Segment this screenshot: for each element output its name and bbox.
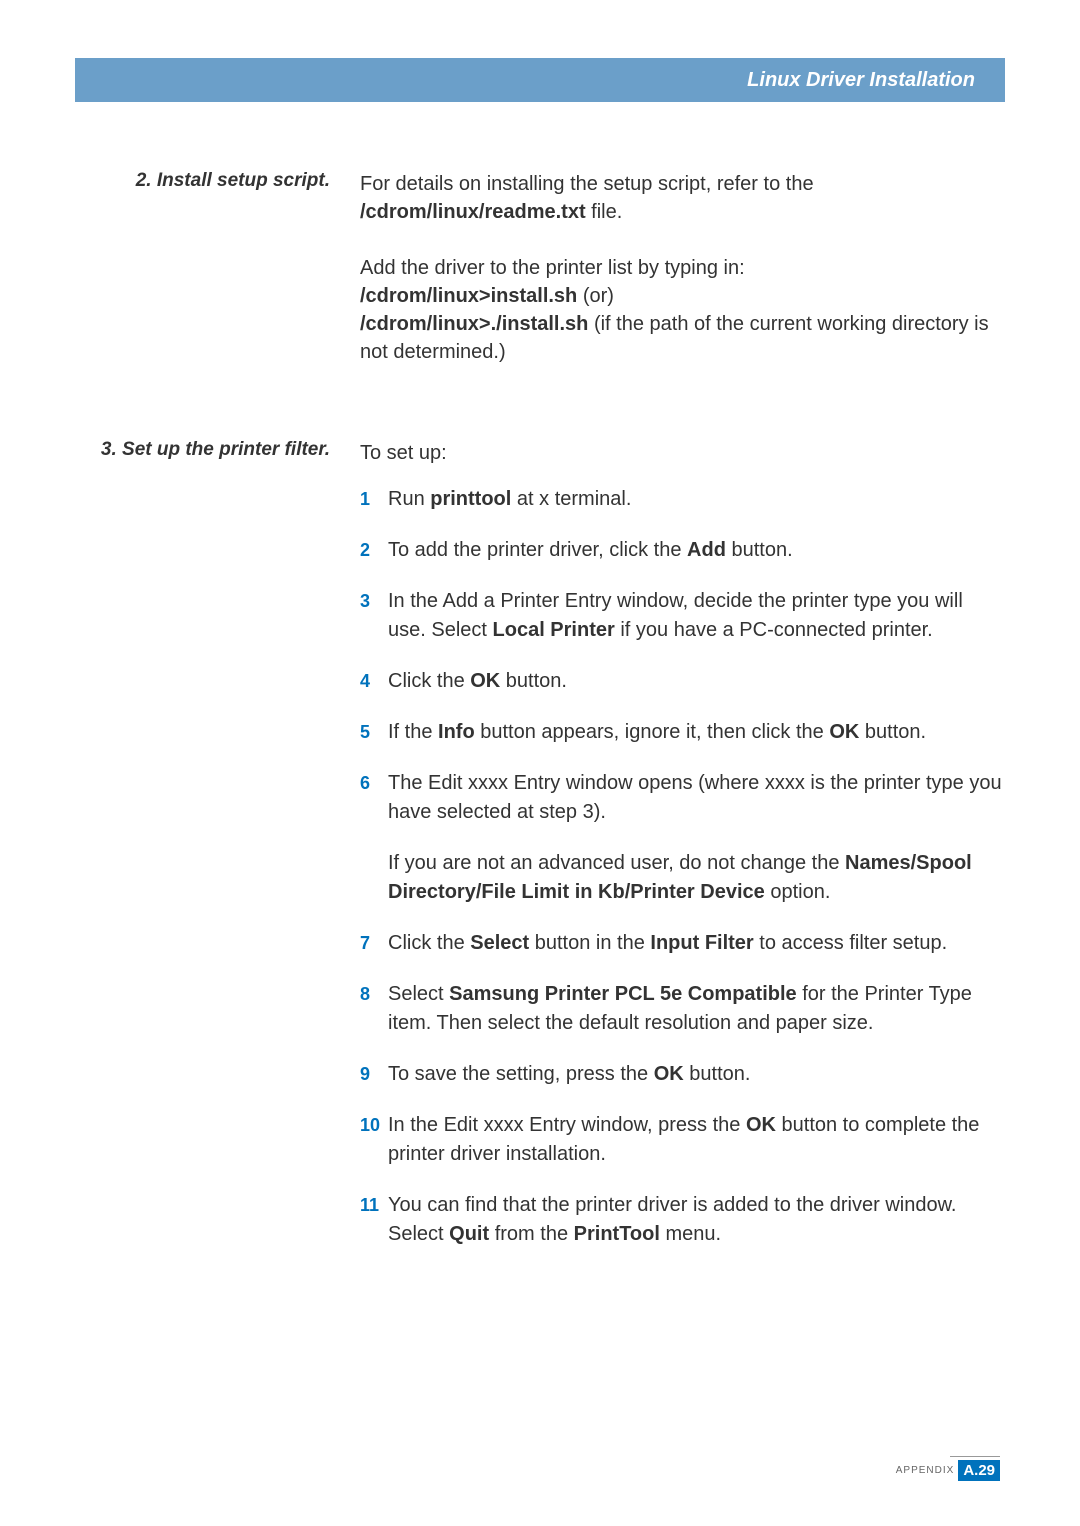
step-item: 2To add the printer driver, click the Ad… <box>360 536 1005 565</box>
bold-term: OK <box>829 721 859 743</box>
text-run: Run <box>388 488 430 510</box>
bold-term: OK <box>746 1114 776 1136</box>
steps-list: 1Run printtool at x terminal.2To add the… <box>360 485 1005 1249</box>
section-2-para2: Add the driver to the printer list by ty… <box>360 254 1005 366</box>
step-text: In the Add a Printer Entry window, decid… <box>388 587 1005 645</box>
bold-term: Info <box>438 721 475 743</box>
text-run: menu. <box>660 1223 721 1245</box>
step-number: 3 <box>360 587 388 645</box>
step-item: 4Click the OK button. <box>360 667 1005 696</box>
step-text: In the Edit xxxx Entry window, press the… <box>388 1111 1005 1169</box>
step-item: 1Run printtool at x terminal. <box>360 485 1005 514</box>
text-run: Click the <box>388 670 470 692</box>
para-text: Add the driver to the printer list by ty… <box>360 257 745 279</box>
bold-term: Add <box>687 539 726 561</box>
step-item: 7Click the Select button in the Input Fi… <box>360 929 1005 958</box>
section-printer-filter: 3. Set up the printer filter. To set up:… <box>75 439 1005 1271</box>
bold-term: Samsung Printer PCL 5e Compatible <box>449 983 797 1005</box>
text-run: Click the <box>388 932 470 954</box>
text-run: If you are not an advanced user, do not … <box>388 852 845 874</box>
footer-label: APPENDIX <box>896 1465 955 1476</box>
step-text: Click the OK button. <box>388 667 1005 696</box>
para-text: For details on installing the setup scri… <box>360 173 814 195</box>
text-run: To add the printer driver, click the <box>388 539 687 561</box>
step-item: 10In the Edit xxxx Entry window, press t… <box>360 1111 1005 1169</box>
bold-term: Select <box>470 932 529 954</box>
bold-term: printtool <box>430 488 511 510</box>
step-text: Select Samsung Printer PCL 5e Compatible… <box>388 980 1005 1038</box>
text-run: button in the <box>529 932 650 954</box>
step-text: Run printtool at x terminal. <box>388 485 1005 514</box>
step-text: To add the printer driver, click the Add… <box>388 536 1005 565</box>
section-2-body: For details on installing the setup scri… <box>360 170 1005 394</box>
page-footer: APPENDIX A.29 <box>896 1460 1000 1481</box>
section-2-label: 2. Install setup script. <box>75 170 360 394</box>
step-text: You can find that the printer driver is … <box>388 1191 1005 1249</box>
step-number: 2 <box>360 536 388 565</box>
step-sub-text: If you are not an advanced user, do not … <box>388 849 1005 907</box>
text-run: if you have a PC-connected printer. <box>615 619 933 641</box>
step-number: 10 <box>360 1111 388 1169</box>
section-3-label: 3. Set up the printer filter. <box>75 439 360 1271</box>
para-text: (or) <box>577 285 614 307</box>
step-number: 7 <box>360 929 388 958</box>
step-item: 11You can find that the printer driver i… <box>360 1191 1005 1249</box>
step-item: 8Select Samsung Printer PCL 5e Compatibl… <box>360 980 1005 1038</box>
section-2-para1: For details on installing the setup scri… <box>360 170 1005 226</box>
step-number: 8 <box>360 980 388 1038</box>
text-run: at x terminal. <box>511 488 631 510</box>
bold-term: OK <box>470 670 500 692</box>
para-text: file. <box>586 201 623 223</box>
text-run: To save the setting, press the <box>388 1063 654 1085</box>
text-run: button. <box>859 721 926 743</box>
step-number: 1 <box>360 485 388 514</box>
step-text: If the Info button appears, ignore it, t… <box>388 718 1005 747</box>
footer-divider <box>950 1456 1000 1457</box>
text-run: In the Edit xxxx Entry window, press the <box>388 1114 746 1136</box>
step-item: 6The Edit xxxx Entry window opens (where… <box>360 769 1005 907</box>
text-run: If the <box>388 721 438 743</box>
section-3-intro: To set up: <box>360 439 1005 467</box>
step-number: 5 <box>360 718 388 747</box>
text-run: The Edit xxxx Entry window opens (where … <box>388 772 1002 823</box>
section-3-body: To set up: 1Run printtool at x terminal.… <box>360 439 1005 1271</box>
step-text: Click the Select button in the Input Fil… <box>388 929 1005 958</box>
text-run: button. <box>500 670 567 692</box>
step-number: 11 <box>360 1191 388 1249</box>
step-text: To save the setting, press the OK button… <box>388 1060 1005 1089</box>
section-install-script: 2. Install setup script. For details on … <box>75 170 1005 394</box>
install-cmd-2: /cdrom/linux>./install.sh <box>360 313 588 335</box>
install-cmd-1: /cdrom/linux>install.sh <box>360 285 577 307</box>
footer-page-number: A.29 <box>958 1460 1000 1481</box>
text-run: Select <box>388 983 449 1005</box>
step-number: 4 <box>360 667 388 696</box>
text-run: button. <box>726 539 793 561</box>
step-item: 3In the Add a Printer Entry window, deci… <box>360 587 1005 645</box>
step-number: 9 <box>360 1060 388 1089</box>
readme-path: /cdrom/linux/readme.txt <box>360 201 586 223</box>
step-number: 6 <box>360 769 388 907</box>
page-content: 2. Install setup script. For details on … <box>75 170 1005 1316</box>
step-text: The Edit xxxx Entry window opens (where … <box>388 769 1005 907</box>
bold-term: Local Printer <box>493 619 615 641</box>
text-run: button. <box>684 1063 751 1085</box>
bold-term: Quit <box>449 1223 489 1245</box>
step-item: 9To save the setting, press the OK butto… <box>360 1060 1005 1089</box>
text-run: button appears, ignore it, then click th… <box>475 721 830 743</box>
header-bar: Linux Driver Installation <box>75 58 1005 102</box>
header-title: Linux Driver Installation <box>747 69 975 92</box>
text-run: option. <box>765 881 831 903</box>
bold-term: PrintTool <box>574 1223 660 1245</box>
text-run: from the <box>489 1223 573 1245</box>
bold-term: Input Filter <box>650 932 753 954</box>
bold-term: OK <box>654 1063 684 1085</box>
text-run: to access filter setup. <box>754 932 947 954</box>
step-item: 5If the Info button appears, ignore it, … <box>360 718 1005 747</box>
